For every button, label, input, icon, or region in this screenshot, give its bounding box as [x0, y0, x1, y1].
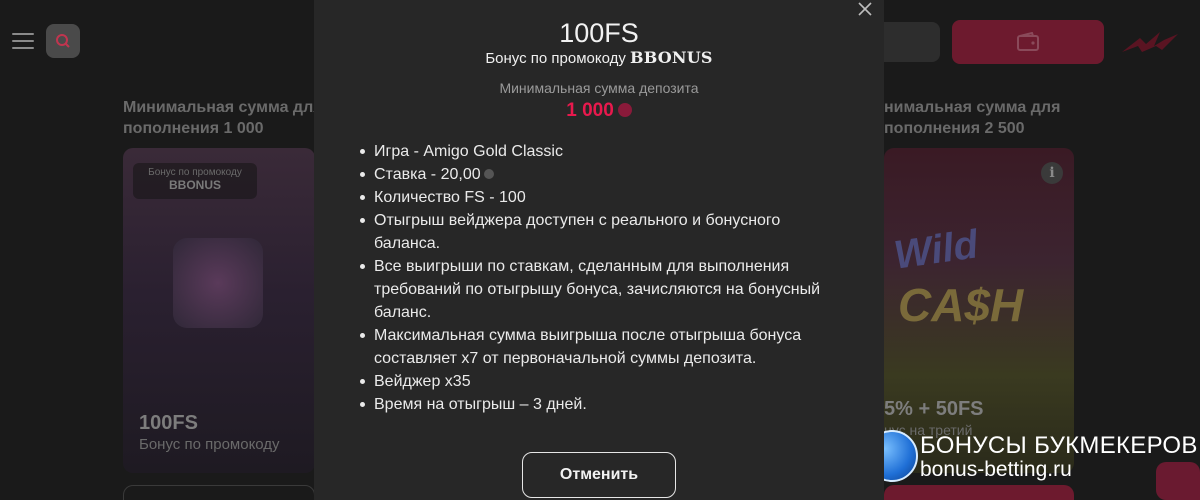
list-item: Игра - Amigo Gold Classic	[358, 140, 848, 163]
card-left-button[interactable]	[123, 485, 315, 500]
min-deposit-value-row: 1 000	[314, 100, 884, 122]
card-bonus-caption: Бонус по промокоду	[139, 436, 280, 453]
bonus-card-right[interactable]: Wild CA$H 5% + 50FS нус на третий	[884, 148, 1074, 473]
list-item: Количество FS - 100	[358, 186, 848, 209]
close-icon	[858, 2, 872, 16]
list-item: Максимальная сумма выигрыша после отыгры…	[358, 324, 848, 370]
bonus-conditions-list: Игра - Amigo Gold Classic Ставка - 20,00…	[358, 140, 848, 416]
section-title-right: нимальная сумма для пополнения 2 500	[884, 99, 1061, 137]
watermark: БОНУСЫ БУКМЕКЕРОВ bonus-betting.ru	[864, 430, 1200, 500]
watermark-url: bonus-betting.ru	[920, 458, 1072, 481]
section-title-left: Минимальная сумма для пополнения 1 000	[123, 99, 323, 137]
promo-badge-code: BBONUS	[168, 178, 221, 192]
info-icon[interactable]: i	[1041, 162, 1063, 184]
watermark-title: БОНУСЫ БУКМЕКЕРОВ	[920, 432, 1198, 459]
min-deposit-value: 1 000	[566, 100, 614, 121]
search-icon	[56, 34, 70, 48]
modal-title: 100FS	[559, 18, 639, 48]
promo-label: Бонус по промокоду	[485, 50, 626, 67]
bonus-card-left[interactable]: Бонус по промокоду BBONUS 100FS Бонус по…	[123, 148, 315, 473]
card-bonus-amount: 5% + 50FS	[884, 398, 984, 420]
game-art-title-1: Wild	[891, 222, 981, 278]
list-item: Все выигрыши по ставкам, сделанным для в…	[358, 255, 848, 324]
chat-icon[interactable]	[1156, 462, 1200, 500]
list-item: Ставка - 20,00	[358, 163, 848, 186]
currency-icon	[617, 103, 632, 117]
currency-icon	[483, 169, 494, 179]
promo-code: BBONUS	[630, 48, 713, 67]
wallet-icon	[1017, 32, 1039, 51]
promo-badge-label: Бонус по промокоду	[148, 167, 242, 178]
card-bonus-amount: 100FS	[139, 412, 198, 434]
search-button[interactable]	[46, 24, 80, 58]
promo-line: Бонус по промокоду BBONUS	[314, 48, 884, 67]
wallet-button[interactable]	[952, 20, 1104, 64]
cancel-button[interactable]: Отменить	[522, 452, 676, 498]
list-item: Отыгрыш вейджера доступен с реального и …	[358, 209, 848, 255]
list-item: Вейджер x35	[358, 370, 848, 393]
promo-badge: Бонус по промокоду BBONUS	[133, 163, 257, 199]
hamburger-menu-icon[interactable]	[12, 33, 34, 49]
gift-box-icon	[173, 238, 263, 328]
game-art-title-2: CA$H	[898, 279, 1024, 331]
close-button[interactable]	[854, 0, 876, 18]
min-deposit-label: Минимальная сумма депозита	[499, 80, 699, 96]
bonus-details-modal: 100FS Бонус по промокоду BBONUS Минималь…	[314, 0, 884, 500]
list-item: Время на отыгрыш – 3 дней.	[358, 393, 848, 416]
brand-logo-icon[interactable]	[1120, 30, 1180, 54]
